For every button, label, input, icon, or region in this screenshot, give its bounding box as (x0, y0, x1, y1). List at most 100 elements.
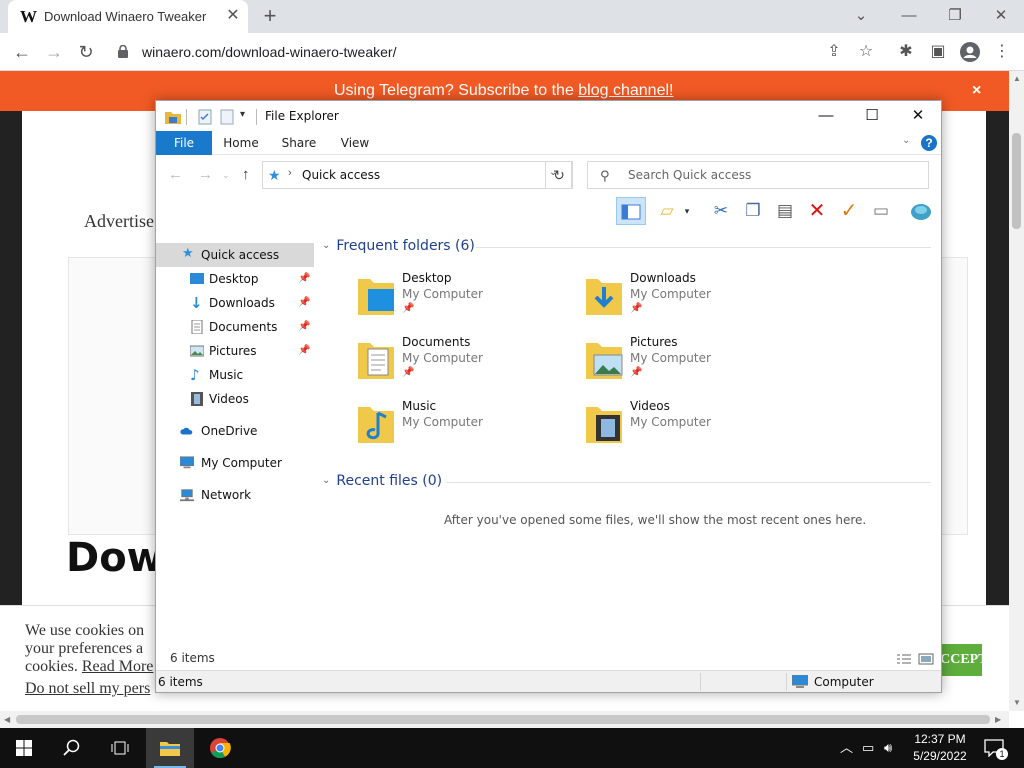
navigation-pane-toggle-icon[interactable] (616, 197, 646, 225)
bookmark-star-icon[interactable]: ☆ (852, 38, 880, 66)
do-not-sell-link[interactable]: Do not sell my pers (25, 680, 161, 698)
nav-desktop[interactable]: Desktop 📌 (156, 267, 314, 291)
quick-access-star-icon: ★ (182, 246, 194, 261)
system-clock[interactable]: 12:37 PM 5/29/2022 (900, 731, 980, 765)
details-view-icon[interactable] (896, 653, 912, 665)
expand-ribbon-chevron-icon[interactable]: ⌄ (902, 135, 910, 146)
refresh-icon[interactable]: ↻ (545, 161, 573, 189)
pin-icon: 📌 (298, 273, 311, 284)
explorer-titlebar[interactable]: ▾ File Explorer — ☐ ✕ (156, 101, 941, 131)
nav-documents[interactable]: Documents 📌 (156, 315, 314, 339)
cut-scissors-icon[interactable]: ✂ (706, 197, 736, 225)
explorer-address-bar[interactable]: ★ › Quick access ⌄ (262, 161, 572, 189)
group-divider (476, 247, 931, 248)
explorer-maximize-button[interactable]: ☐ (849, 101, 895, 131)
tab-home[interactable]: Home (218, 131, 264, 155)
explorer-minimize-button[interactable]: — (803, 101, 849, 131)
close-button[interactable]: ✕ (978, 2, 1024, 30)
show-hidden-icons-chevron-icon[interactable]: ︿ (840, 728, 853, 768)
share-icon[interactable]: ⇪ (820, 38, 848, 66)
folder-tile-videos[interactable]: Videos My Computer (584, 399, 804, 455)
up-arrow-icon[interactable]: ↑ (242, 166, 250, 183)
address-row: ← → ⌄ ↑ ★ › Quick access ⌄ ↻ ⚲ Search Qu… (156, 157, 941, 193)
tab-file[interactable]: File (156, 131, 212, 155)
forward-arrow-icon[interactable]: → (40, 38, 68, 66)
explorer-back-icon[interactable]: ← (168, 166, 183, 183)
action-center-icon[interactable]: 1 (982, 728, 1022, 768)
frequent-folders-header[interactable]: ⌄ Frequent folders (6) (322, 238, 475, 258)
banner-close-icon[interactable]: × (972, 71, 981, 111)
explorer-forward-icon[interactable]: → (198, 166, 213, 183)
recent-locations-icon[interactable]: ⌄ (222, 170, 230, 181)
reload-icon[interactable]: ↻ (72, 38, 100, 66)
copy-icon[interactable]: ❐ (738, 197, 768, 225)
help-icon[interactable]: ? (921, 135, 937, 151)
vertical-scroll-thumb[interactable] (1012, 133, 1021, 229)
nav-pictures[interactable]: Pictures 📌 (156, 339, 314, 363)
new-item-dropdown-icon[interactable]: ▾ (672, 197, 702, 225)
side-panel-icon[interactable]: ▣ (924, 38, 952, 66)
network-tray-icon[interactable]: ▭ (862, 728, 874, 768)
scroll-right-icon[interactable]: ▶ (995, 715, 1001, 724)
browser-tab[interactable]: W Download Winaero Tweaker ✕ (8, 0, 248, 33)
page-vertical-scrollbar[interactable]: ▲ ▼ (1009, 71, 1024, 711)
rename-check-icon[interactable]: ✓ (834, 197, 864, 225)
nav-quick-access[interactable]: ★ Quick access (156, 243, 314, 267)
folder-tile-pictures[interactable]: Pictures My Computer 📌 (584, 335, 804, 391)
status-bar: 6 items Computer (156, 670, 941, 692)
folder-tile-downloads[interactable]: Downloads My Computer 📌 (584, 271, 804, 327)
tab-share[interactable]: Share (276, 131, 322, 155)
tab-search-icon[interactable]: ⌄ (838, 2, 884, 30)
extensions-puzzle-icon[interactable]: ✱ (892, 38, 920, 66)
properties-icon[interactable] (198, 109, 212, 125)
explorer-close-button[interactable]: ✕ (895, 101, 941, 131)
collapse-chevron-icon[interactable]: ⌄ (322, 475, 330, 486)
large-icons-view-icon[interactable] (918, 653, 934, 665)
nav-onedrive[interactable]: OneDrive (156, 419, 314, 443)
properties-card-icon[interactable]: ▭ (866, 197, 896, 225)
paste-clipboard-icon[interactable]: ▤ (770, 197, 800, 225)
scroll-left-icon[interactable]: ◀ (4, 715, 10, 724)
address-bar[interactable]: winaero.com/download-winaero-tweaker/ (110, 38, 890, 66)
documents-folder-icon (358, 343, 394, 379)
minimize-button[interactable]: — (886, 2, 932, 30)
new-tab-button[interactable]: + (258, 4, 282, 28)
folder-tile-music[interactable]: Music My Computer (356, 399, 576, 455)
nav-videos[interactable]: Videos (156, 387, 314, 411)
folder-tile-documents[interactable]: Documents My Computer 📌 (356, 335, 576, 391)
back-arrow-icon[interactable]: ← (8, 38, 36, 66)
delete-icon[interactable]: ✕ (802, 197, 832, 225)
taskbar-file-explorer-icon[interactable] (146, 728, 194, 768)
nav-label: Videos (209, 392, 249, 406)
blog-channel-link[interactable]: blog channel! (578, 82, 673, 99)
folder-tile-desktop[interactable]: Desktop My Computer 📌 (356, 271, 576, 327)
scroll-up-icon[interactable]: ▲ (1013, 74, 1021, 83)
nav-network[interactable]: Network (156, 483, 314, 507)
desktop-folder-icon (358, 279, 394, 315)
nav-downloads[interactable]: ↓ Downloads 📌 (156, 291, 314, 315)
taskbar-chrome-icon[interactable] (196, 728, 244, 768)
breadcrumb[interactable]: Quick access (302, 168, 380, 182)
nav-music[interactable]: ♪ Music (156, 363, 314, 387)
task-view-icon[interactable] (96, 728, 144, 768)
volume-speaker-icon[interactable]: 🔊︎ (884, 728, 892, 768)
page-horizontal-scrollbar[interactable]: ◀ ▶ (0, 711, 1009, 728)
menu-kebab-icon[interactable]: ⋮ (988, 38, 1016, 66)
scroll-down-icon[interactable]: ▼ (1013, 698, 1021, 707)
shell-globe-icon[interactable] (906, 197, 936, 225)
qat-dropdown-icon[interactable]: ▾ (240, 109, 245, 125)
new-folder-qat-icon[interactable] (220, 109, 234, 125)
tab-view[interactable]: View (334, 131, 376, 155)
search-input[interactable]: ⚲ Search Quick access (587, 161, 929, 189)
profile-avatar-icon[interactable] (956, 38, 984, 66)
breadcrumb-chevron-icon[interactable]: › (288, 167, 292, 179)
nav-my-computer[interactable]: My Computer (156, 451, 314, 475)
horizontal-scroll-thumb[interactable] (16, 715, 990, 724)
start-windows-icon[interactable] (0, 728, 48, 768)
taskbar-search-icon[interactable] (48, 728, 96, 768)
recent-files-header[interactable]: ⌄ Recent files (0) (322, 473, 442, 493)
tab-close-icon[interactable]: ✕ (224, 7, 242, 25)
collapse-chevron-icon[interactable]: ⌄ (322, 240, 330, 251)
restore-button[interactable]: ❐ (932, 2, 978, 30)
read-more-link[interactable]: Read More (82, 658, 154, 675)
